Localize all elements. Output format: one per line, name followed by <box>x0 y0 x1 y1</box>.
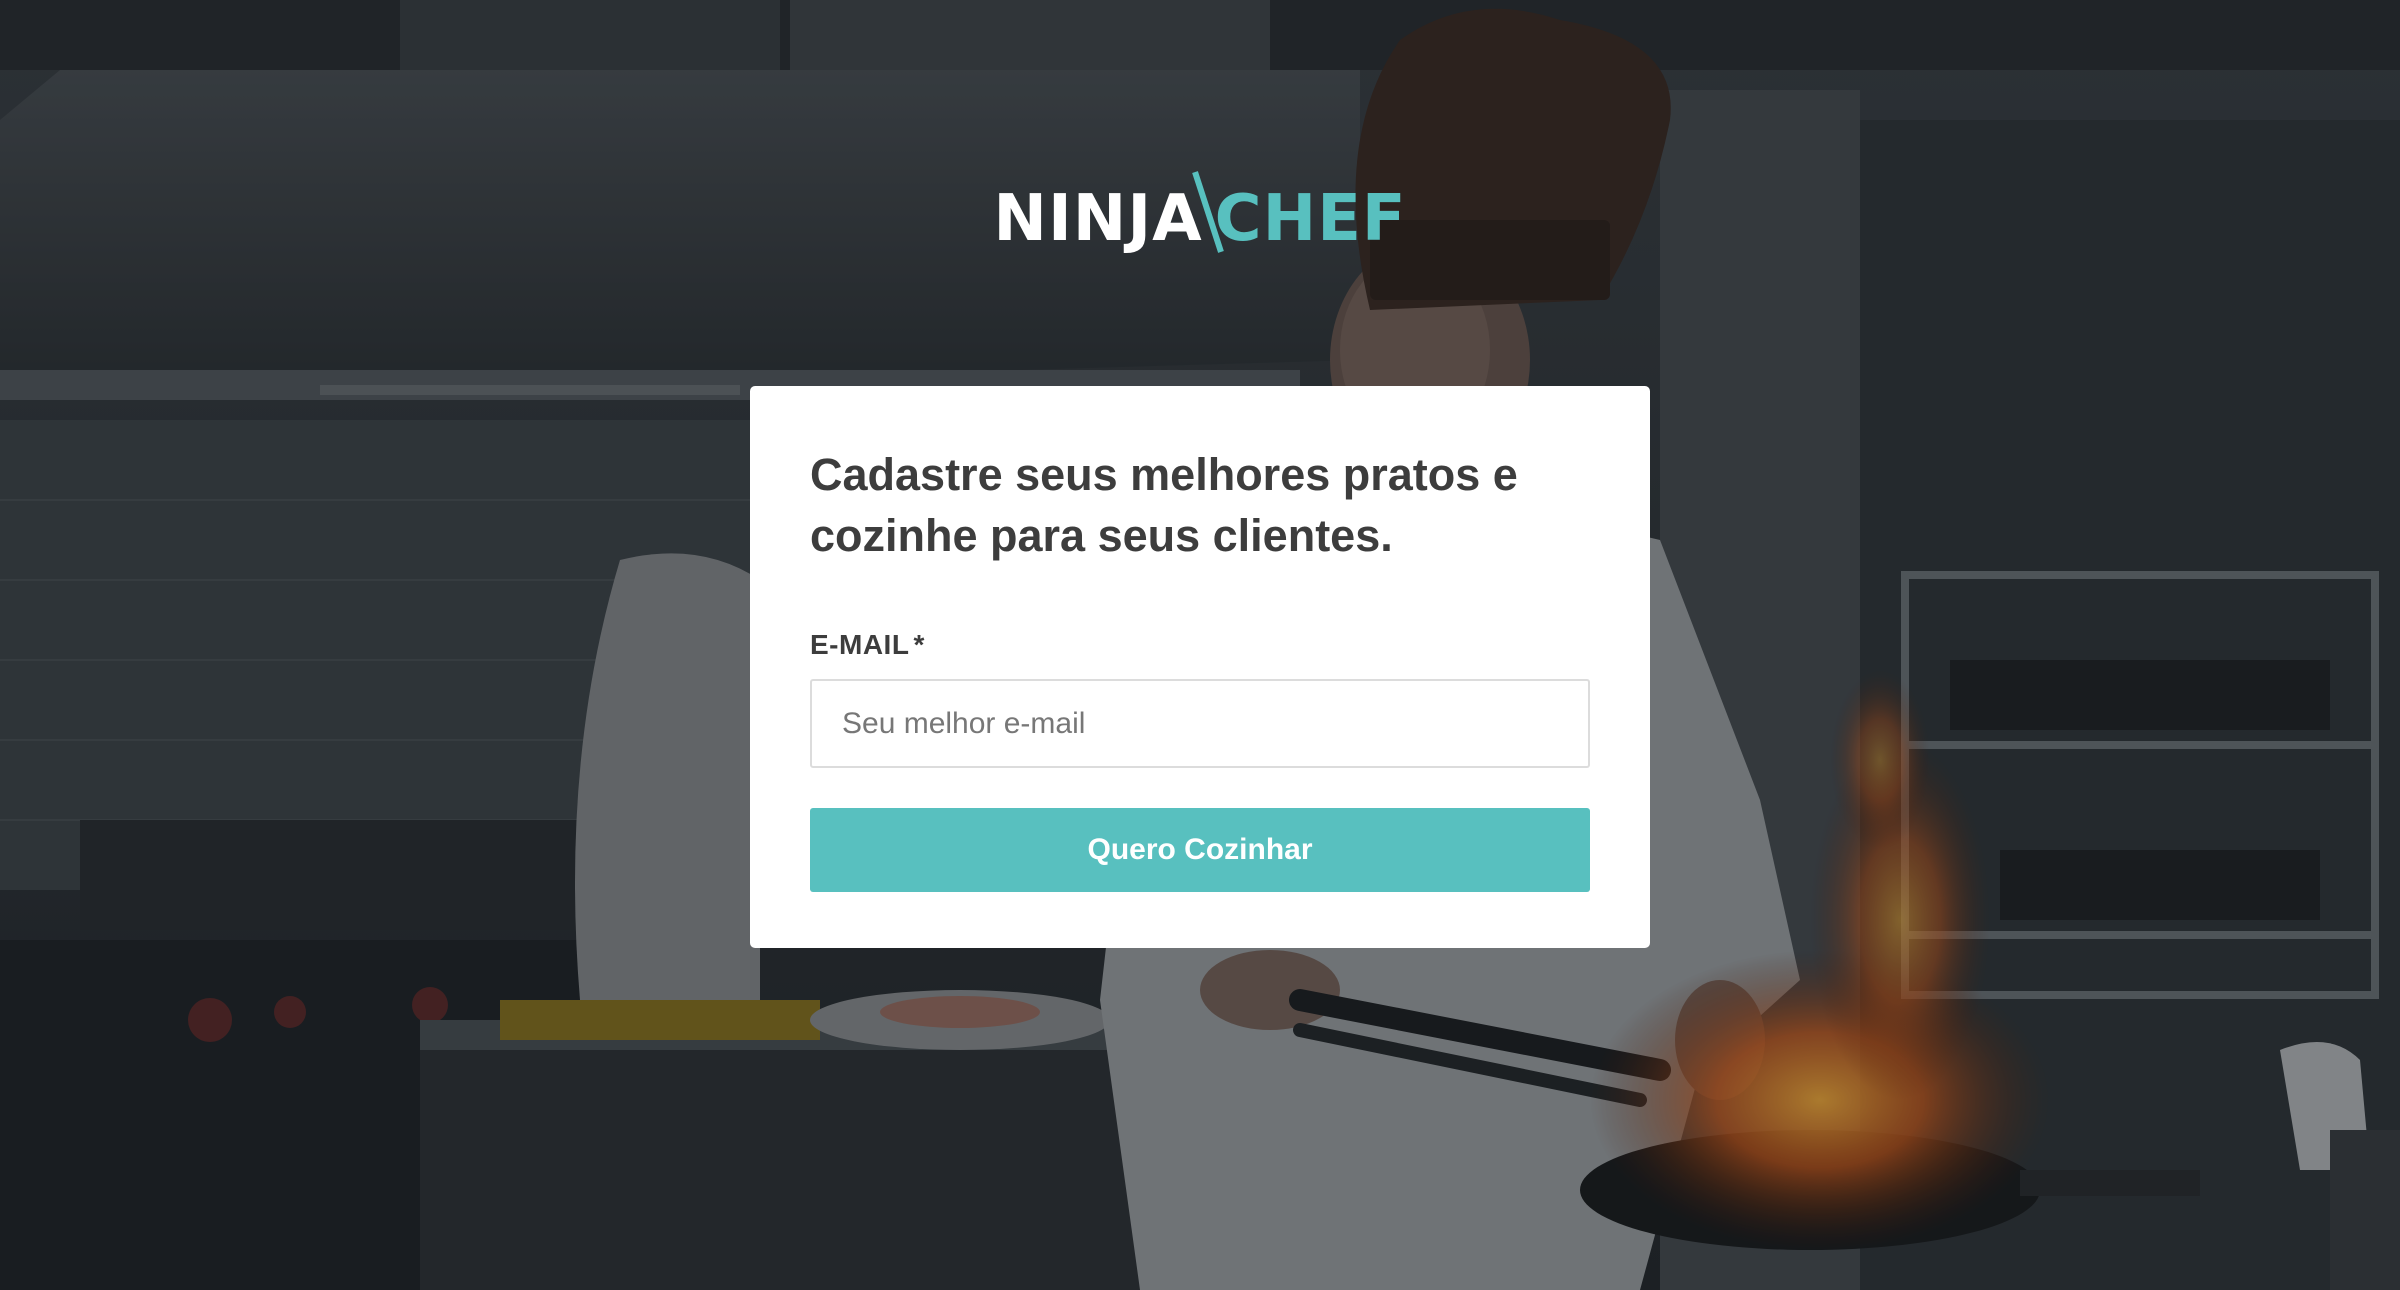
required-marker: * <box>913 629 925 660</box>
quero-cozinhar-button[interactable]: Quero Cozinhar <box>810 808 1590 892</box>
logo-text-ninja: NINJA <box>993 182 1203 256</box>
logo-text-chef: CHEF <box>1214 182 1407 256</box>
signup-card: Cadastre seus melhores pratos e cozinhe … <box>750 386 1650 948</box>
ninjachef-logo: NINJA CHEF <box>0 170 2400 254</box>
email-field-label: E-MAIL * <box>810 629 1590 661</box>
signup-page: NINJA CHEF Cadastre seus melhores pratos … <box>0 0 2400 1290</box>
email-label-text: E-MAIL <box>810 629 910 660</box>
signup-headline: Cadastre seus melhores pratos e cozinhe … <box>810 449 1518 561</box>
email-input[interactable] <box>810 679 1590 768</box>
